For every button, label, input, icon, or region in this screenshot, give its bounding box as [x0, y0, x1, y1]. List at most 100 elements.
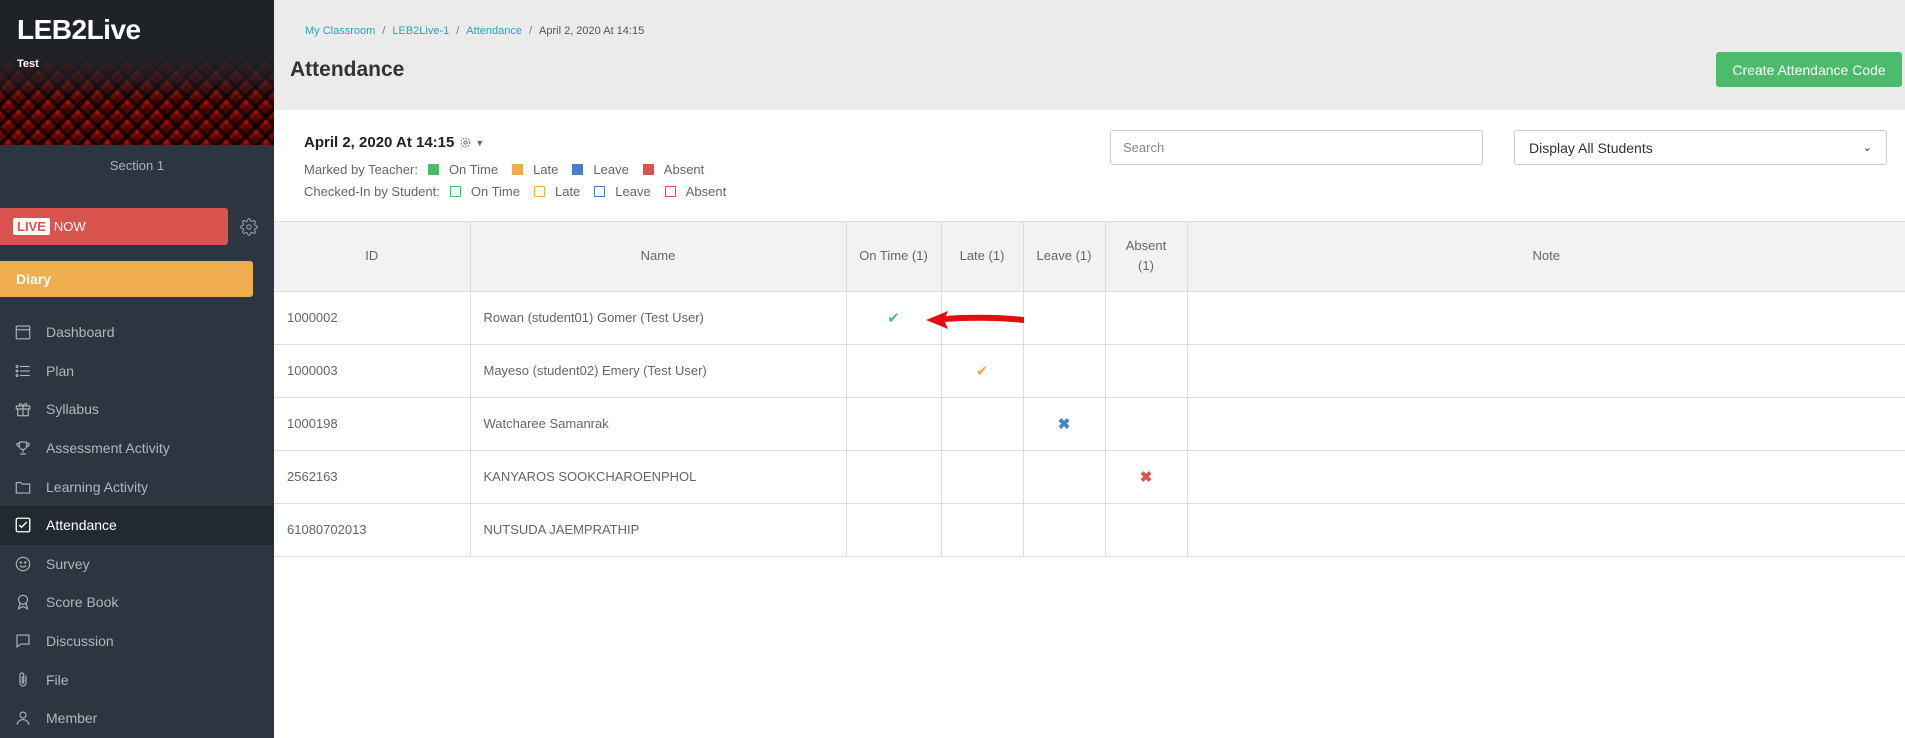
check-icon: ✔: [975, 362, 989, 380]
student-filter-select[interactable]: Display All Students ⌄: [1514, 130, 1887, 165]
sidebar-item-label: Score Book: [46, 594, 119, 611]
on-time-cell[interactable]: [846, 397, 942, 451]
sidebar-item-plan[interactable]: Plan: [0, 352, 274, 391]
leave-cell[interactable]: [1023, 291, 1106, 345]
calendar-icon: [14, 323, 32, 341]
column-header-name[interactable]: Name: [470, 222, 847, 292]
column-header-id[interactable]: ID: [274, 222, 471, 292]
leave-cell[interactable]: [1023, 450, 1106, 504]
absent-cell[interactable]: [1105, 344, 1188, 398]
sidebar-item-assessment-activity[interactable]: Assessment Activity: [0, 429, 274, 468]
on-time-cell[interactable]: [846, 503, 942, 557]
legend-text: On Time: [448, 162, 499, 177]
late-cell[interactable]: [941, 450, 1024, 504]
student-name: KANYAROS SOOKCHAROENPHOL: [470, 450, 847, 504]
page-title: Attendance: [290, 58, 405, 81]
student-id: 61080702013: [274, 503, 471, 557]
search-input[interactable]: [1110, 130, 1483, 165]
attendance-toolbar: April 2, 2020 At 14:15 ▼ Marked by Teach…: [274, 110, 1905, 222]
sidebar-item-label: Survey: [46, 555, 90, 572]
legend-text: On Time: [470, 184, 520, 199]
legend-label: Checked-In by Student:: [304, 184, 440, 199]
sidebar-item-member[interactable]: Member: [0, 699, 274, 738]
course-subtitle: Test: [17, 58, 39, 70]
student-id: 1000198: [274, 397, 471, 451]
live-tag: LIVE: [13, 218, 50, 235]
live-now-button[interactable]: LIVE NOW: [0, 208, 228, 245]
late-cell[interactable]: [941, 503, 1024, 557]
note-cell[interactable]: [1187, 503, 1905, 557]
breadcrumb-attendance[interactable]: Attendance: [466, 25, 522, 37]
table-row: 2562163 KANYAROS SOOKCHAROENPHOL ✖: [274, 450, 1905, 504]
sidebar-item-label: Member: [46, 710, 98, 727]
table-row: 1000003 Mayeso (student02) Emery (Test U…: [274, 344, 1905, 398]
column-header-late[interactable]: Late (1): [941, 222, 1024, 292]
gear-icon[interactable]: [240, 218, 258, 236]
legend-swatch-late: [512, 164, 524, 175]
diary-button[interactable]: Diary: [0, 261, 253, 297]
on-time-cell[interactable]: [846, 344, 942, 398]
absent-cell[interactable]: ✖: [1105, 450, 1188, 504]
on-time-cell[interactable]: [846, 450, 942, 504]
breadcrumb: My Classroom / LEB2Live-1/Attendance / April…: [305, 25, 645, 37]
course-title: LEB2Live: [17, 14, 141, 45]
sidebar-item-label: Learning Activity: [46, 478, 148, 495]
sidebar-item-dashboard[interactable]: Dashboard: [0, 313, 274, 352]
sidebar-item-survey[interactable]: Survey: [0, 545, 274, 584]
legend-swatch-on-time: [427, 164, 439, 175]
note-cell[interactable]: [1187, 291, 1905, 345]
create-attendance-code-button[interactable]: Create Attendance Code: [1716, 52, 1902, 87]
sidebar-item-label: Syllabus: [46, 401, 99, 418]
note-cell[interactable]: [1187, 450, 1905, 504]
legend-swatch-on-time: [449, 186, 461, 197]
legend-text: Late: [533, 162, 559, 177]
table-header-row: ID Name On Time (1) Late (1) Leave (1) A…: [274, 222, 1905, 292]
sidebar-item-label: Assessment Activity: [46, 440, 170, 457]
sidebar-item-label: Plan: [46, 362, 75, 379]
note-cell[interactable]: [1187, 397, 1905, 451]
sidebar-item-label: Attendance: [46, 517, 117, 534]
student-id: 1000003: [274, 344, 471, 398]
check-icon: ✔: [887, 309, 900, 327]
sidebar-item-attendance[interactable]: Attendance: [0, 505, 274, 545]
column-header-absent[interactable]: Absent (1): [1105, 222, 1188, 292]
legend-text: Late: [554, 184, 581, 199]
sidebar-item-score-book[interactable]: Score Book: [0, 583, 274, 622]
sidebar-item-label: Dashboard: [46, 324, 115, 341]
absent-cell[interactable]: [1105, 397, 1188, 451]
leave-cell[interactable]: ✖: [1023, 397, 1106, 451]
legend-label: Marked by Teacher:: [304, 162, 418, 177]
column-header-leave[interactable]: Leave (1): [1023, 222, 1106, 292]
cross-icon: ✖: [1139, 468, 1153, 486]
table-row: 1000002 Rowan (student01) Gomer (Test Us…: [274, 291, 1905, 345]
student-id: 1000002: [274, 291, 471, 345]
trophy-icon: [14, 439, 32, 457]
table-row: 61080702013 NUTSUDA JAEMPRATHIP: [274, 503, 1905, 557]
checkbox-icon: [14, 516, 32, 534]
smiley-icon: [14, 555, 32, 573]
leave-cell[interactable]: [1023, 503, 1106, 557]
column-header-on-time[interactable]: On Time (1): [846, 222, 942, 292]
annotation-arrow-icon: [926, 311, 1024, 329]
list-icon: [14, 362, 32, 380]
sidebar-item-syllabus[interactable]: Syllabus: [0, 390, 274, 429]
breadcrumb-course[interactable]: LEB2Live-1: [392, 25, 449, 37]
sidebar-item-discussion[interactable]: Discussion: [0, 622, 274, 661]
legend-text: Leave: [615, 184, 651, 199]
breadcrumb-my-classroom[interactable]: My Classroom: [305, 25, 375, 37]
absent-cell[interactable]: [1105, 503, 1188, 557]
leave-cell[interactable]: [1023, 344, 1106, 398]
late-cell[interactable]: [941, 397, 1024, 451]
sidebar-item-file[interactable]: File: [0, 660, 274, 699]
sidebar-item-learning-activity[interactable]: Learning Activity: [0, 467, 274, 506]
page-header: My Classroom / LEB2Live-1/Attendance / April…: [274, 0, 1905, 110]
caret-down-icon: ▼: [475, 137, 485, 148]
breadcrumb-current: April 2, 2020 At 14:15: [539, 25, 645, 37]
note-cell[interactable]: [1187, 344, 1905, 398]
late-cell[interactable]: ✔: [941, 344, 1024, 398]
sidebar-item-label: File: [46, 671, 69, 688]
session-selector[interactable]: April 2, 2020 At 14:15 ▼: [304, 134, 484, 151]
gift-icon: [14, 400, 32, 418]
live-now-label: NOW: [53, 219, 86, 234]
absent-cell[interactable]: [1105, 291, 1188, 345]
